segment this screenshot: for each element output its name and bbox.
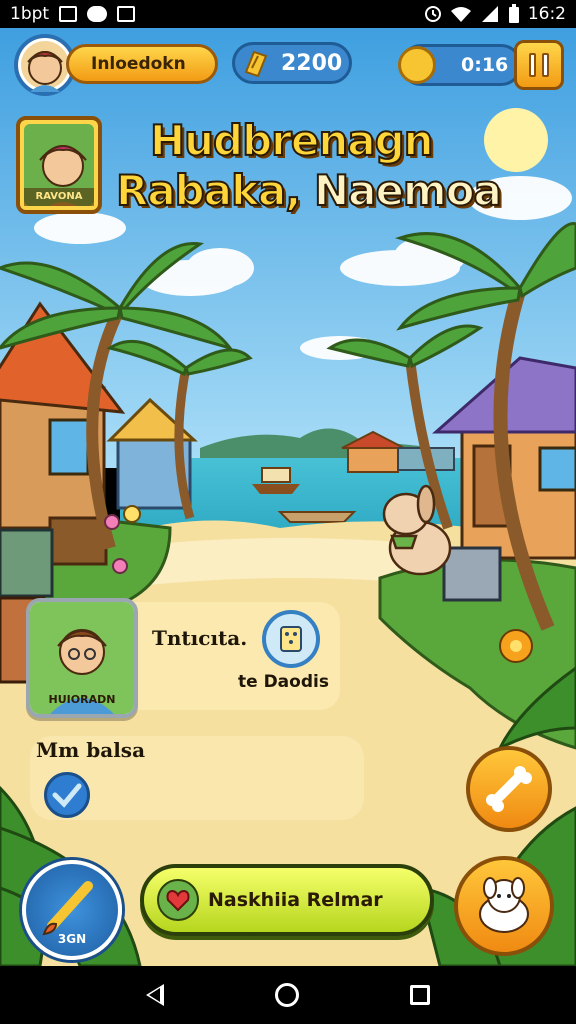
home-icon[interactable]: [274, 983, 299, 1007]
back-icon[interactable]: [145, 984, 164, 1006]
dog-icon: [479, 877, 529, 933]
status-bar: 1bpt 16:2: [0, 0, 576, 28]
coin-amount: 2200: [281, 50, 343, 76]
app-notification-icon: [87, 6, 108, 22]
bone-icon: [486, 766, 532, 812]
task-text: Mm balsa: [36, 738, 146, 762]
gallery-notification-icon: [59, 6, 78, 22]
character-card-label: RAVONA: [24, 188, 94, 206]
character-card[interactable]: RAVONA: [16, 116, 102, 214]
dialog-text: Tntıcıta.: [152, 626, 248, 650]
recent-apps-icon[interactable]: [410, 985, 431, 1005]
dialog-subtext: te Daodis: [238, 672, 329, 692]
player-name-pill[interactable]: Inloedokn: [66, 44, 218, 84]
paint-button-label: 3GN: [57, 932, 87, 946]
pet-button[interactable]: [454, 856, 554, 956]
player-avatar-portrait: [27, 51, 63, 92]
dialog-portrait[interactable]: HUIORADN: [26, 598, 138, 718]
status-carrier-text: 1bpt: [10, 4, 50, 24]
wifi-icon: [450, 7, 471, 22]
location-title-line2-part2: Naemoa: [313, 165, 503, 216]
coin-icon: [244, 50, 268, 78]
clock-icon: [398, 46, 436, 84]
alarm-icon: [424, 6, 441, 22]
dice-icon: [280, 626, 302, 652]
timer-value: 0:16: [461, 54, 509, 76]
heart-icon: [157, 879, 199, 921]
checkmark-button[interactable]: [44, 772, 90, 818]
pause-icon-bar: [542, 53, 549, 77]
signal-icon: [481, 6, 498, 22]
navigation-bar: [0, 966, 576, 1024]
dialog-action-button[interactable]: [262, 610, 320, 668]
dialog-portrait-label: HUIORADN: [48, 693, 116, 706]
location-title-line2-part1: Rabaka,: [115, 165, 302, 216]
status-time: 16:2: [527, 4, 566, 24]
checkmark-icon: [52, 783, 82, 808]
bone-button[interactable]: [466, 746, 552, 832]
pause-icon: [529, 53, 536, 77]
battery-icon: [508, 4, 519, 23]
main-action-label: Naskhiia Relmar: [208, 889, 383, 911]
player-name: Inloedokn: [91, 54, 186, 74]
pause-button[interactable]: [514, 40, 564, 90]
message-notification-icon: [117, 6, 136, 22]
location-title-line1: Hudbrenagn: [149, 115, 435, 166]
location-title-line2: Rabaka, Naemoa: [115, 165, 503, 216]
